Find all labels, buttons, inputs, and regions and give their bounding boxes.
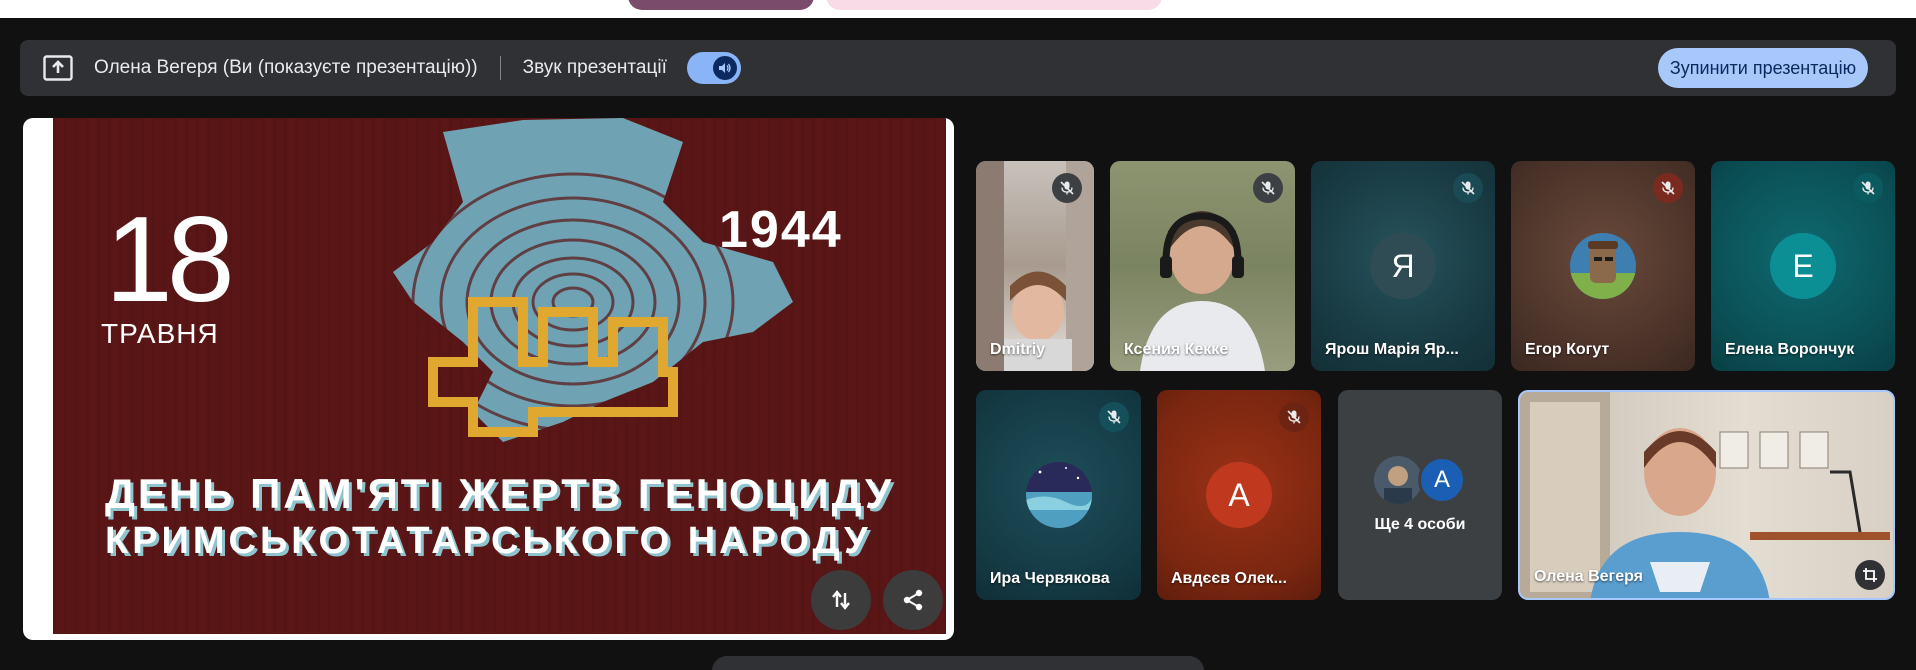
mic-off-icon xyxy=(1099,402,1129,432)
participant-name: Ксения Кекке xyxy=(1124,341,1229,358)
participant-name: Ярош Марія Яр... xyxy=(1325,341,1459,358)
slide-month: ТРАВНЯ xyxy=(101,318,219,349)
swap-layout-button[interactable] xyxy=(811,570,871,630)
participant-tile-dmitriy[interactable]: Dmitriy xyxy=(976,161,1094,371)
share-button[interactable] xyxy=(883,570,943,630)
slide-canvas: 18 ТРАВНЯ 1944 ДЕНЬ ПАМ'ЯТІ ЖЕРТВ ГЕНОЦИ… xyxy=(53,118,946,634)
presentation-audio-label: Звук презентації xyxy=(522,57,667,78)
present-to-all-icon xyxy=(42,52,74,84)
participant-tile-ksenia[interactable]: Ксения Кекке xyxy=(1110,161,1295,371)
participant-tile-avdeev[interactable]: A Авдєєв Олек... xyxy=(1157,390,1321,600)
participant-name: Авдєєв Олек... xyxy=(1171,570,1287,587)
divider xyxy=(499,56,501,80)
more-participants-tile[interactable]: A Ще 4 особи xyxy=(1338,390,1502,600)
avatar xyxy=(1570,233,1636,299)
mic-off-icon xyxy=(1052,173,1082,203)
presenter-status: Олена Вегеря (Ви (показуєте презентацію)… xyxy=(94,57,478,78)
avatar: A xyxy=(1206,462,1272,528)
crop-icon[interactable] xyxy=(1855,560,1885,590)
slide-title-line1: ДЕНЬ ПАМ'ЯТІ ЖЕРТВ ГЕНОЦИДУ xyxy=(105,470,895,517)
share-icon xyxy=(903,589,923,611)
participant-tile-yarosh[interactable]: Я Ярош Марія Яр... xyxy=(1311,161,1495,371)
crimea-fingerprint-map xyxy=(393,118,793,442)
participant-tile-egor[interactable]: Егор Когут xyxy=(1511,161,1695,371)
swap-vert-icon xyxy=(832,590,850,610)
avatar xyxy=(1025,462,1092,528)
volume-up-icon xyxy=(712,56,737,80)
stop-presenting-button[interactable]: Зупинити презентацію xyxy=(1658,48,1868,88)
slide-title-line2: КРИМСЬКОТАТАРСЬКОГО НАРОДУ xyxy=(105,520,872,562)
avatar: E xyxy=(1770,233,1836,299)
bottom-toolbar-edge xyxy=(712,656,1204,670)
mic-off-icon xyxy=(1653,173,1683,203)
avatar: Я xyxy=(1370,233,1436,299)
participant-tile-elena[interactable]: E Елена Ворончук xyxy=(1711,161,1895,371)
mic-off-icon xyxy=(1853,173,1883,203)
slide-year: 1944 xyxy=(719,201,843,259)
avatar: A xyxy=(1418,456,1466,504)
participant-name: Олена Вегеря xyxy=(1534,568,1644,585)
participant-tile-ira[interactable]: Ира Червякова xyxy=(976,390,1141,600)
presentation-audio-toggle[interactable] xyxy=(686,52,741,84)
mic-off-icon xyxy=(1279,402,1309,432)
top-tab[interactable] xyxy=(826,0,1162,10)
participant-name: Егор Когут xyxy=(1525,341,1610,358)
mic-off-icon xyxy=(1253,173,1283,203)
presentation-slide: 18 ТРАВНЯ 1944 ДЕНЬ ПАМ'ЯТІ ЖЕРТВ ГЕНОЦИ… xyxy=(23,118,954,640)
self-view-tile[interactable]: Олена Вегеря xyxy=(1518,390,1895,600)
presentation-bar: Олена Вегеря (Ви (показуєте презентацію)… xyxy=(20,40,1896,96)
mic-off-icon xyxy=(1453,173,1483,203)
participant-name: Елена Ворончук xyxy=(1725,341,1855,358)
participant-name: Ира Червякова xyxy=(990,570,1110,587)
slide-day: 18 xyxy=(105,191,235,327)
participant-name: Dmitriy xyxy=(990,341,1046,358)
top-tab-active[interactable] xyxy=(628,0,814,10)
more-participants-label: Ще 4 особи xyxy=(1374,516,1466,533)
avatar xyxy=(1374,456,1422,504)
